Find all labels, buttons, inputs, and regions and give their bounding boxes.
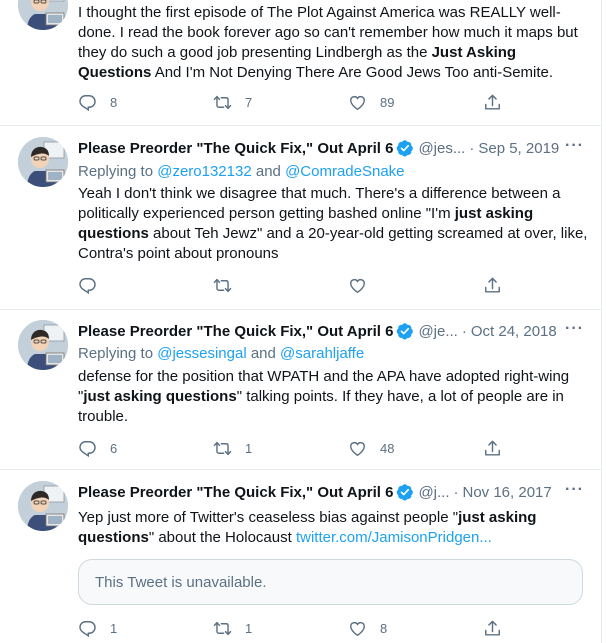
retweet-count: 1 bbox=[245, 440, 253, 456]
tweet-actions: 1 1 8 bbox=[78, 618, 508, 638]
avatar[interactable] bbox=[18, 137, 68, 187]
share-button[interactable] bbox=[483, 92, 502, 112]
embedded-tweet-unavailable: This Tweet is unavailable. bbox=[78, 559, 583, 605]
tweet[interactable]: I thought the first episode of The Plot … bbox=[0, 0, 602, 126]
like-icon bbox=[348, 439, 367, 458]
like-count: 48 bbox=[380, 440, 395, 456]
tweet-header: Please Preorder "The Quick Fix," Out Apr… bbox=[78, 481, 602, 503]
mention-link[interactable]: @ComradeSnake bbox=[285, 163, 404, 180]
user-handle[interactable]: @j... bbox=[418, 484, 449, 501]
share-icon bbox=[483, 93, 502, 112]
share-icon bbox=[483, 619, 502, 638]
like-icon bbox=[348, 276, 367, 295]
share-icon bbox=[483, 439, 502, 458]
tweet-text: defense for the position that WPATH and … bbox=[78, 368, 570, 425]
tweet-date[interactable]: Oct 24, 2018 bbox=[471, 323, 557, 340]
display-name[interactable]: Please Preorder "The Quick Fix," Out Apr… bbox=[78, 140, 393, 157]
retweet-count: 1 bbox=[245, 620, 253, 636]
mention-link[interactable]: @sarahljaffe bbox=[280, 345, 364, 362]
reply-icon bbox=[78, 619, 97, 638]
tweet-header: Please Preorder "The Quick Fix," Out Apr… bbox=[78, 320, 602, 342]
like-icon bbox=[348, 93, 367, 112]
retweet-icon bbox=[213, 276, 232, 295]
reply-icon bbox=[78, 276, 97, 295]
verified-badge-icon bbox=[396, 139, 414, 157]
display-name[interactable]: Please Preorder "The Quick Fix," Out Apr… bbox=[78, 484, 393, 501]
user-handle[interactable]: @je... bbox=[418, 323, 457, 340]
tweet-header: Please Preorder "The Quick Fix," Out Apr… bbox=[78, 137, 602, 159]
tweet[interactable]: Please Preorder "The Quick Fix," Out Apr… bbox=[0, 310, 602, 470]
reply-count: 1 bbox=[110, 620, 118, 636]
display-name[interactable]: Please Preorder "The Quick Fix," Out Apr… bbox=[78, 323, 393, 340]
reply-count: 8 bbox=[110, 94, 118, 110]
reply-icon bbox=[78, 93, 97, 112]
tweet-date[interactable]: Nov 16, 2017 bbox=[463, 484, 552, 501]
avatar[interactable] bbox=[18, 0, 68, 30]
retweet-icon bbox=[213, 93, 232, 112]
tweet-date[interactable]: Sep 5, 2019 bbox=[478, 140, 559, 157]
verified-badge-icon bbox=[396, 322, 414, 340]
more-icon[interactable]: ··· bbox=[565, 320, 584, 338]
reply-button[interactable]: 8 bbox=[78, 92, 117, 112]
share-button[interactable] bbox=[483, 275, 502, 295]
replying-to: Replying to @zero132132 and @ComradeSnak… bbox=[78, 163, 405, 180]
retweet-button[interactable]: 7 bbox=[213, 92, 252, 112]
reply-button[interactable] bbox=[78, 275, 97, 295]
reply-button[interactable]: 6 bbox=[78, 438, 117, 458]
like-button[interactable]: 89 bbox=[348, 92, 394, 112]
share-button[interactable] bbox=[483, 618, 502, 638]
tweet-actions: 8 7 89 bbox=[78, 92, 508, 112]
separator-dot: · bbox=[469, 139, 475, 157]
reply-count: 6 bbox=[110, 440, 118, 456]
retweet-button[interactable] bbox=[213, 275, 232, 295]
tweet[interactable]: Please Preorder "The Quick Fix," Out Apr… bbox=[0, 126, 602, 310]
separator-dot: · bbox=[453, 483, 459, 501]
share-button[interactable] bbox=[483, 438, 502, 458]
retweet-button[interactable]: 1 bbox=[213, 438, 252, 458]
separator-dot: · bbox=[461, 322, 467, 340]
mention-link[interactable]: @zero132132 bbox=[157, 163, 251, 180]
more-icon[interactable]: ··· bbox=[565, 481, 584, 499]
avatar[interactable] bbox=[18, 481, 68, 531]
tweet[interactable]: Please Preorder "The Quick Fix," Out Apr… bbox=[0, 470, 602, 643]
tweet-actions bbox=[78, 275, 508, 295]
tweet-actions: 6 1 48 bbox=[78, 438, 508, 458]
verified-badge-icon bbox=[396, 483, 414, 501]
like-button[interactable]: 8 bbox=[348, 618, 387, 638]
like-button[interactable] bbox=[348, 275, 367, 295]
highlight: just asking questions bbox=[83, 388, 237, 405]
tweet-text: Yep just more of Twitter's ceaseless bia… bbox=[78, 509, 537, 546]
like-button[interactable]: 48 bbox=[348, 438, 394, 458]
avatar[interactable] bbox=[18, 320, 68, 370]
like-count: 8 bbox=[380, 620, 388, 636]
tweet-link[interactable]: twitter.com/JamisonPridgen... bbox=[296, 529, 492, 546]
tweet-feed: I thought the first episode of The Plot … bbox=[0, 0, 602, 643]
reply-button[interactable]: 1 bbox=[78, 618, 117, 638]
like-count: 89 bbox=[380, 94, 395, 110]
tweet-text: Yeah I don't think we disagree that much… bbox=[78, 185, 588, 262]
reply-icon bbox=[78, 439, 97, 458]
replying-to: Replying to @jessesingal and @sarahljaff… bbox=[78, 345, 365, 362]
retweet-icon bbox=[213, 439, 232, 458]
retweet-button[interactable]: 1 bbox=[213, 618, 252, 638]
share-icon bbox=[483, 276, 502, 295]
more-icon[interactable]: ··· bbox=[565, 137, 584, 155]
mention-link[interactable]: @jessesingal bbox=[157, 345, 246, 362]
retweet-count: 7 bbox=[245, 94, 253, 110]
retweet-icon bbox=[213, 619, 232, 638]
like-icon bbox=[348, 619, 367, 638]
user-handle[interactable]: @jes... bbox=[418, 140, 465, 157]
tweet-text: I thought the first episode of The Plot … bbox=[78, 4, 578, 81]
